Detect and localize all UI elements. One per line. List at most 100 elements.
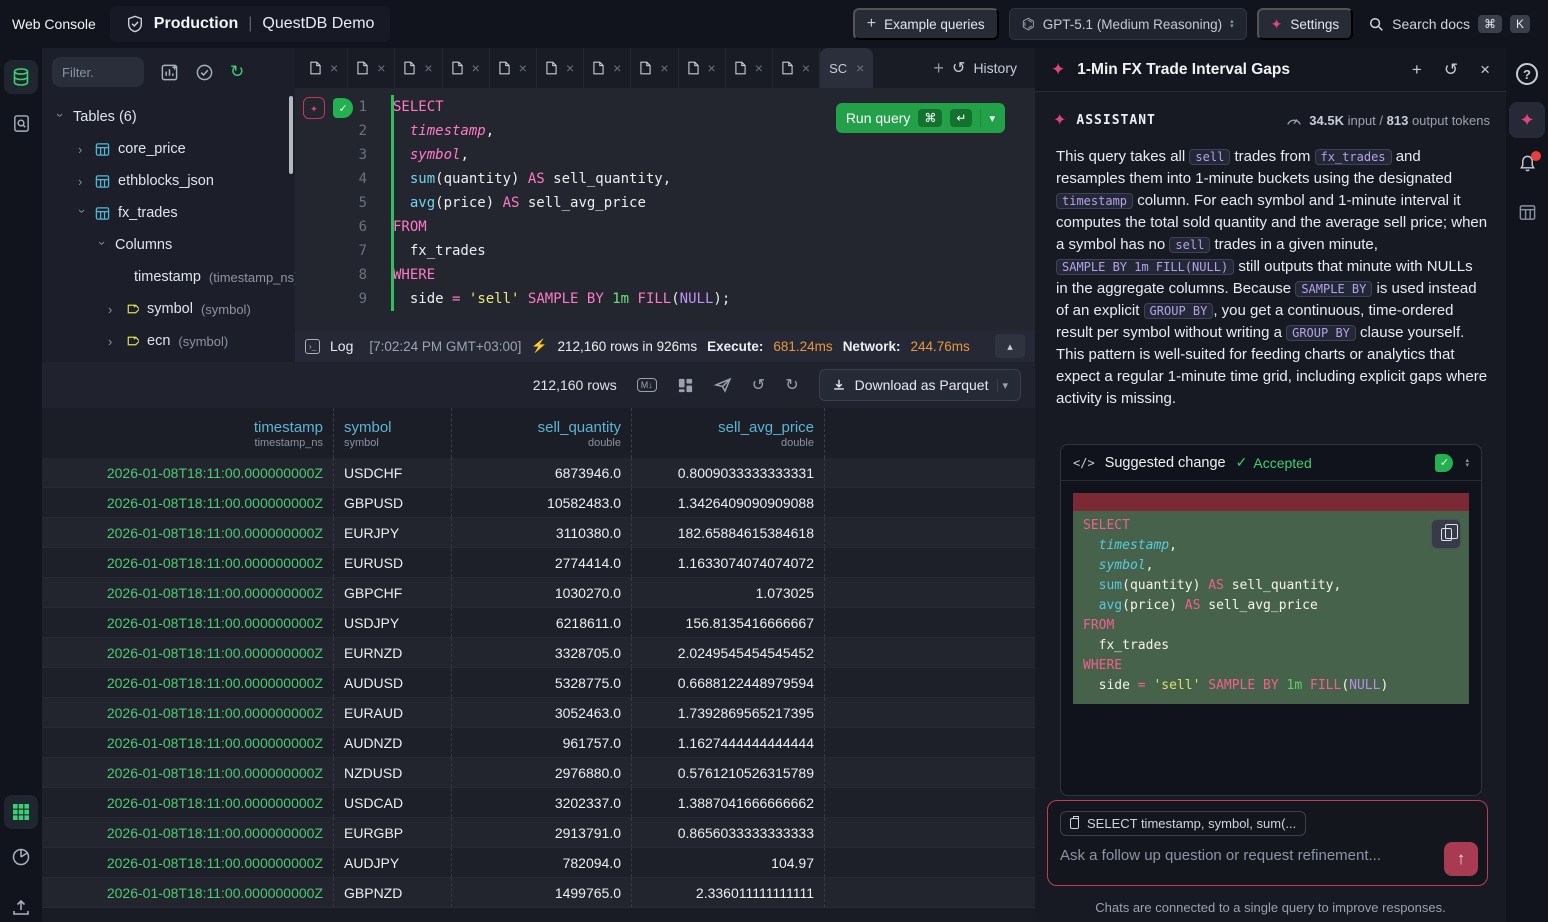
ai-panel-button[interactable]: ✦	[1509, 102, 1545, 138]
tree-table-ethblocks-json[interactable]: › ethblocks_json	[42, 165, 295, 197]
expand-icon[interactable]: ▴▾	[1465, 458, 1469, 468]
grid-view-button[interactable]	[4, 795, 38, 829]
export-button[interactable]	[714, 376, 732, 394]
help-button[interactable]: ?	[1509, 56, 1545, 92]
close-icon[interactable]: ×	[613, 60, 621, 76]
instance-selector[interactable]: Production | QuestDB Demo	[110, 6, 391, 42]
tree-column-symbol[interactable]: › symbol (symbol)	[42, 293, 295, 325]
table-row[interactable]: 2026-01-08T18:11:00.000000000ZEURAUD3052…	[42, 698, 1035, 728]
table-row[interactable]: 2026-01-08T18:11:00.000000000ZUSDCAD3202…	[42, 788, 1035, 818]
table-row[interactable]: 2026-01-08T18:11:00.000000000ZAUDNZD9617…	[42, 728, 1035, 758]
editor-tab[interactable]: ×	[631, 48, 678, 88]
table-row[interactable]: 2026-01-08T18:11:00.000000000ZEURUSD2774…	[42, 548, 1035, 578]
close-icon[interactable]: ×	[708, 60, 716, 76]
chevron-down-icon[interactable]: ▾	[989, 112, 995, 125]
tree-root-tables[interactable]: › Tables (6)	[42, 101, 295, 133]
example-queries-button[interactable]: + Example queries	[853, 8, 999, 40]
close-icon[interactable]: ×	[660, 60, 668, 76]
layout-button[interactable]	[677, 377, 694, 394]
table-row[interactable]: 2026-01-08T18:11:00.000000000ZGBPNZD1499…	[42, 878, 1035, 908]
table-row[interactable]: 2026-01-08T18:11:00.000000000ZEURJPY3110…	[42, 518, 1035, 548]
editor-tab[interactable]: ×	[395, 48, 442, 88]
close-icon[interactable]: ×	[330, 60, 338, 76]
table-row[interactable]: 2026-01-08T18:11:00.000000000ZAUDJPY7820…	[42, 848, 1035, 878]
chevron-down-icon[interactable]: ▾	[997, 379, 1008, 392]
query-log-button[interactable]	[4, 106, 38, 140]
close-icon[interactable]: ×	[424, 60, 432, 76]
import-button[interactable]	[4, 891, 38, 922]
followup-input-box[interactable]: SELECT timestamp, symbol, sum(... ↑	[1047, 800, 1488, 886]
active-editor-tab[interactable]: SC ×	[820, 48, 873, 88]
refresh-grid-button[interactable]: ↻	[785, 375, 798, 395]
editor-tab[interactable]: ×	[726, 48, 773, 88]
editor-tab[interactable]: ×	[679, 48, 726, 88]
table-row[interactable]: 2026-01-08T18:11:00.000000000ZUSDJPY6218…	[42, 608, 1035, 638]
sidebar-scrollbar[interactable]	[289, 96, 293, 174]
code-line[interactable]: 3 symbol,	[295, 143, 1035, 167]
code-line[interactable]: 9 side = 'sell' SAMPLE BY 1m FILL(NULL);	[295, 287, 1035, 311]
code-line[interactable]: 8WHERE	[295, 263, 1035, 287]
run-query-button[interactable]: Run query ⌘ ↵ ▾	[836, 103, 1005, 133]
tree-column-ecn[interactable]: › ecn (symbol)	[42, 325, 295, 357]
tree-table-core-price[interactable]: › core_price	[42, 133, 295, 165]
notifications-button[interactable]	[1509, 148, 1545, 184]
close-icon[interactable]: ×	[377, 60, 385, 76]
followup-input[interactable]	[1060, 847, 1420, 864]
column-header-sell-quantity[interactable]: sell_quantitydouble	[452, 408, 632, 458]
model-selector[interactable]: ⌬ GPT-5.1 (Medium Reasoning) ▴▾	[1009, 8, 1247, 40]
new-chat-button[interactable]: +	[1412, 60, 1422, 80]
sql-editor[interactable]: ✦ ✓ 1SELECT2 timestamp,3 symbol,4 sum(qu…	[295, 88, 1035, 330]
chart-view-button[interactable]	[4, 840, 38, 874]
close-icon[interactable]: ×	[472, 60, 480, 76]
code-line[interactable]: 7 fx_trades	[295, 239, 1035, 263]
table-row[interactable]: 2026-01-08T18:11:00.000000000ZGBPUSD1058…	[42, 488, 1035, 518]
close-icon[interactable]: ×	[856, 60, 864, 76]
table-row[interactable]: 2026-01-08T18:11:00.000000000ZGBPCHF1030…	[42, 578, 1035, 608]
rerun-button[interactable]: ↺	[752, 375, 765, 395]
ai-assist-icon[interactable]: ✦	[303, 97, 325, 119]
copy-code-button[interactable]	[1431, 519, 1461, 549]
close-chat-button[interactable]: ×	[1480, 60, 1490, 80]
close-icon[interactable]: ×	[802, 60, 810, 76]
code-line[interactable]: 4 sum(quantity) AS sell_quantity,	[295, 167, 1035, 191]
copy-markdown-button[interactable]: M↓	[637, 378, 657, 392]
new-tab-button[interactable]: +	[933, 58, 944, 79]
settings-button[interactable]: ✦ Settings	[1257, 8, 1354, 40]
refresh-tables-button[interactable]: ↻	[230, 62, 244, 82]
code-line[interactable]: 6FROM	[295, 215, 1035, 239]
table-row[interactable]: 2026-01-08T18:11:00.000000000ZEURNZD3328…	[42, 638, 1035, 668]
code-line[interactable]: 5 avg(price) AS sell_avg_price	[295, 191, 1035, 215]
editor-tab[interactable]: ×	[348, 48, 395, 88]
tree-table-fx-trades[interactable]: › fx_trades	[42, 197, 295, 229]
table-row[interactable]: 2026-01-08T18:11:00.000000000ZUSDCHF6873…	[42, 458, 1035, 488]
editor-tab[interactable]: ×	[584, 48, 631, 88]
editor-tab[interactable]: ×	[773, 48, 820, 88]
select-tables-button[interactable]	[195, 63, 214, 82]
close-icon[interactable]: ×	[755, 60, 763, 76]
editor-tab[interactable]: ×	[537, 48, 584, 88]
search-docs[interactable]: Search docs ⌘ K	[1363, 15, 1536, 33]
table-row[interactable]: 2026-01-08T18:11:00.000000000ZEURGBP2913…	[42, 818, 1035, 848]
column-header-timestamp[interactable]: timestamptimestamp_ns	[42, 408, 334, 458]
download-parquet-button[interactable]: Download as Parquet ▾	[819, 369, 1021, 401]
collapse-log-button[interactable]: ▴	[995, 334, 1025, 358]
add-matview-button[interactable]	[160, 63, 179, 82]
close-icon[interactable]: ×	[519, 60, 527, 76]
close-icon[interactable]: ×	[566, 60, 574, 76]
tree-column-timestamp[interactable]: timestamp (timestamp_ns)	[42, 261, 295, 293]
table-row[interactable]: 2026-01-08T18:11:00.000000000ZAUDUSD5328…	[42, 668, 1035, 698]
editor-tab[interactable]: ×	[490, 48, 537, 88]
table-row[interactable]: 2026-01-08T18:11:00.000000000ZNZDUSD2976…	[42, 758, 1035, 788]
filter-input[interactable]	[52, 57, 144, 87]
editor-tab[interactable]: ×	[443, 48, 490, 88]
chat-history-button[interactable]: ↺	[1444, 60, 1458, 80]
column-header-symbol[interactable]: symbolsymbol	[334, 408, 452, 458]
schema-panel-button[interactable]	[1509, 194, 1545, 230]
editor-tab[interactable]: ×	[301, 48, 348, 88]
query-context-chip[interactable]: SELECT timestamp, symbol, sum(...	[1060, 811, 1306, 836]
tables-panel-button[interactable]	[4, 60, 38, 94]
history-button[interactable]: ↺ History	[952, 58, 1017, 78]
column-header-sell-avg-price[interactable]: sell_avg_pricedouble	[632, 408, 825, 458]
tree-columns-group[interactable]: › Columns	[42, 229, 295, 261]
send-button[interactable]: ↑	[1444, 842, 1478, 876]
